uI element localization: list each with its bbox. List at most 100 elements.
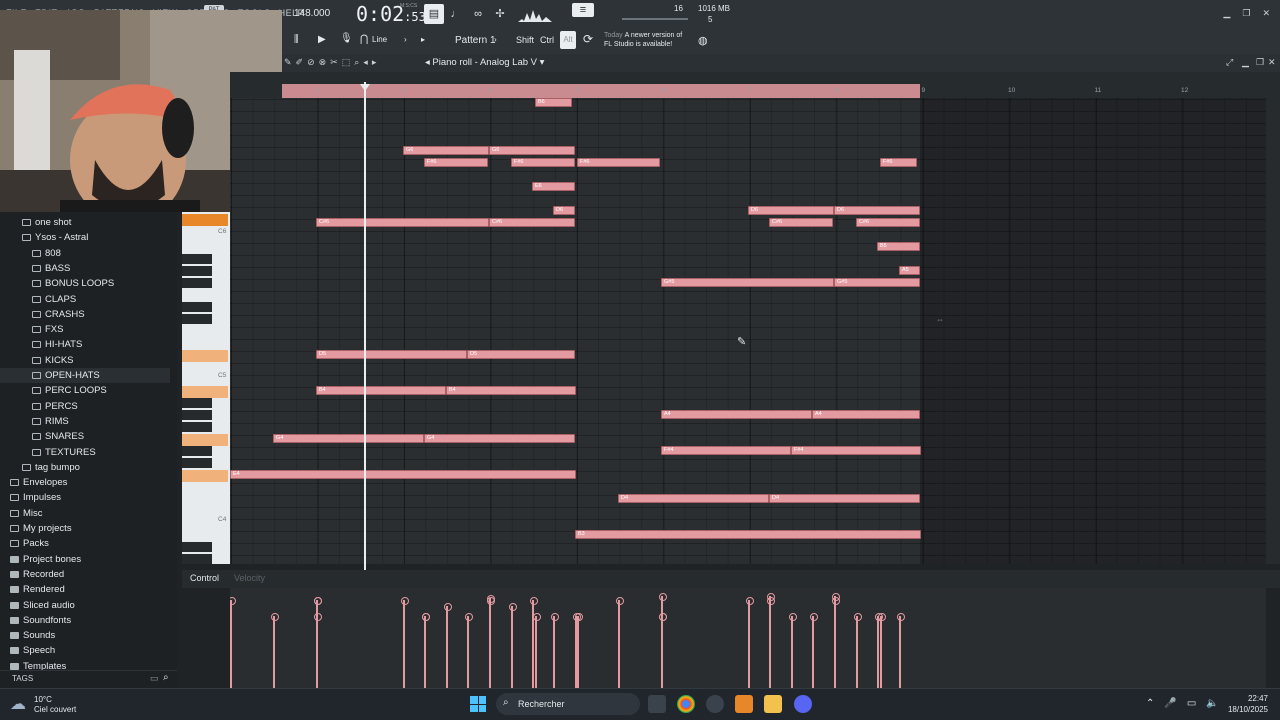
timeline-ruler[interactable] — [230, 72, 1280, 98]
velocity-stem[interactable] — [616, 597, 624, 688]
velocity-stem[interactable] — [509, 603, 517, 688]
control-label[interactable]: Control — [190, 573, 219, 583]
chrome-icon[interactable] — [677, 695, 695, 713]
discord-icon[interactable] — [794, 695, 812, 713]
speaker-icon[interactable]: ◂ — [363, 57, 368, 68]
velocity-stem[interactable] — [878, 613, 886, 688]
app-icon[interactable] — [706, 695, 724, 713]
pattern-chevron-icon[interactable]: › — [494, 35, 497, 44]
midi-note[interactable]: B5 — [877, 242, 920, 251]
maximize-icon[interactable]: ❐ — [1242, 8, 1250, 19]
weather-widget[interactable]: 10°C Ciel couvert — [34, 695, 76, 715]
browser-item[interactable]: Packs — [0, 536, 49, 551]
black-key[interactable] — [182, 458, 212, 468]
midi-note[interactable]: F#6 — [577, 158, 660, 167]
browser-item[interactable]: SNARES — [0, 429, 84, 444]
midi-note[interactable]: D6 — [553, 206, 575, 215]
velocity-stem[interactable] — [897, 613, 905, 688]
midi-note[interactable]: G6 — [489, 146, 575, 155]
midi-note[interactable]: C#6 — [316, 218, 489, 227]
browser-item[interactable]: RIMS — [0, 414, 69, 429]
black-key[interactable] — [182, 446, 212, 456]
midi-note[interactable]: D4 — [769, 494, 920, 503]
midi-note[interactable]: D6 — [834, 206, 920, 215]
metronome-icon[interactable]: ♩ — [446, 4, 466, 24]
ctrl-key[interactable]: Ctrl — [540, 35, 554, 45]
velocity-stem[interactable] — [314, 597, 322, 688]
pattern-arrow-icon[interactable]: ▸ — [421, 35, 425, 44]
browser-item[interactable]: Envelopes — [0, 475, 67, 490]
browser-item[interactable]: Speech — [0, 643, 55, 658]
velocity-stem[interactable] — [487, 597, 495, 688]
midi-note[interactable]: D5 — [316, 350, 467, 359]
midi-note[interactable]: C#6 — [489, 218, 575, 227]
recording-panel-icon[interactable]: ≡ — [572, 3, 594, 17]
browser-item[interactable]: BASS — [0, 261, 70, 276]
black-key[interactable] — [182, 302, 212, 312]
browser-item[interactable]: My projects — [0, 521, 72, 536]
black-key[interactable] — [182, 410, 212, 420]
active-key[interactable] — [182, 434, 228, 446]
midi-note[interactable]: G4 — [424, 434, 575, 443]
pianoroll-detach-icon[interactable]: ⤢ — [1226, 57, 1233, 68]
note-grid[interactable]: B6 G6 G6 F#6 F#6 F#6 F#6 E6 D6 D6 D6 C#6 C#6 C#6 C#6 B5… — [230, 98, 1266, 564]
midi-note[interactable]: F#4 — [661, 446, 791, 455]
browser-item[interactable]: PERCS — [0, 399, 78, 414]
microphone-icon[interactable]: 🎤 — [1164, 698, 1176, 709]
midi-note[interactable]: G4 — [273, 434, 424, 443]
black-key[interactable] — [182, 266, 212, 276]
browser-item[interactable]: 808 — [0, 246, 61, 261]
browser-item[interactable]: Misc — [0, 506, 43, 521]
active-key[interactable] — [182, 386, 228, 398]
black-key[interactable] — [182, 554, 212, 564]
velocity-stem[interactable] — [422, 613, 430, 688]
browser-item[interactable]: Soundfonts — [0, 613, 71, 628]
black-key[interactable] — [182, 278, 212, 288]
black-key[interactable] — [182, 422, 212, 432]
midi-note[interactable]: D5 — [467, 350, 575, 359]
midi-note[interactable]: D6 — [748, 206, 834, 215]
pianoroll-minimize-icon[interactable]: ▁ — [1242, 57, 1249, 68]
browser-item[interactable]: Ysos - Astral — [0, 230, 88, 245]
black-key[interactable] — [182, 542, 212, 552]
midi-note[interactable]: F#6 — [511, 158, 575, 167]
velocity-stem[interactable] — [401, 597, 409, 688]
pianoroll-maximize-icon[interactable]: ❐ — [1256, 57, 1264, 68]
velocity-stem[interactable] — [875, 613, 883, 688]
search-icon[interactable]: ⌕ — [163, 672, 169, 683]
velocity-lane[interactable] — [230, 588, 1266, 688]
snap-magnet-icon[interactable]: ⋂ — [360, 34, 368, 45]
shift-key[interactable]: Shift — [516, 35, 534, 45]
file-explorer-icon[interactable] — [764, 695, 782, 713]
midi-note[interactable]: B6 — [535, 98, 572, 107]
velocity-stem[interactable] — [271, 613, 279, 688]
wait-input-icon[interactable]: ∞ — [468, 4, 488, 24]
browser-item[interactable]: BONUS LOOPS — [0, 276, 114, 291]
midi-note[interactable]: G6 — [403, 146, 489, 155]
velocity-stem[interactable] — [530, 597, 538, 688]
resize-handle-icon[interactable]: ⇔ — [936, 315, 944, 324]
midi-note[interactable]: F#6 — [880, 158, 917, 167]
midi-note[interactable]: E6 — [532, 182, 575, 191]
fl-studio-icon[interactable] — [735, 695, 753, 713]
play-icon[interactable]: ▶ — [318, 34, 326, 45]
active-key[interactable] — [182, 214, 228, 226]
select-icon[interactable]: ⬚ — [342, 57, 351, 68]
midi-note[interactable]: A4 — [661, 410, 812, 419]
task-view-icon[interactable] — [648, 695, 666, 713]
typing-keyboard-button[interactable]: ▤ — [424, 4, 444, 24]
midi-note[interactable]: F#6 — [424, 158, 488, 167]
velocity-stem[interactable] — [573, 613, 581, 688]
browser-item[interactable]: Recorded — [0, 567, 64, 582]
browser-item[interactable]: PERC LOOPS — [0, 383, 107, 398]
velocity-stem[interactable] — [789, 613, 797, 688]
browser-item[interactable]: HI-HATS — [0, 337, 82, 352]
black-key[interactable] — [182, 314, 212, 324]
velocity-stem[interactable] — [854, 613, 862, 688]
velocity-stem[interactable] — [767, 593, 775, 688]
browser-item[interactable]: Sliced audio — [0, 598, 75, 613]
paint-icon[interactable]: ✐ — [296, 57, 304, 68]
velocity-stem[interactable] — [533, 613, 541, 688]
velocity-stem[interactable] — [832, 597, 840, 688]
alt-key[interactable]: Alt — [560, 31, 576, 49]
